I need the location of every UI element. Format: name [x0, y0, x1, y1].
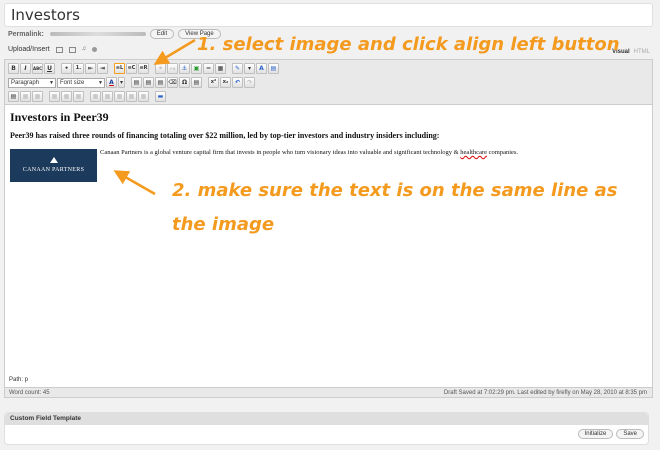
editor-toolbar: B I ABC U • 1. ⇤ ⇥ ≡L ≡C ≡R ⚭ ⚭x ⚓ ▣ ━ ▦… — [5, 60, 652, 105]
numbered-list-button[interactable]: 1. — [73, 63, 84, 74]
permalink-label: Permalink: — [8, 30, 44, 38]
save-button[interactable]: Save — [616, 429, 644, 439]
custom-field-template-box: Custom Field Template Initialize Save — [4, 412, 649, 445]
content-heading: Investors in Peer39 — [10, 110, 109, 124]
editor-content[interactable]: Investors in Peer39 Peer39 has raised th… — [5, 106, 652, 377]
split-cells-button[interactable]: ▦ — [126, 91, 137, 102]
logo-description: Canaan Partners is a global venture capi… — [100, 149, 660, 156]
text-color-dropdown[interactable]: ▾ — [118, 77, 125, 88]
font-size-select[interactable]: Font size ▼ — [57, 77, 105, 88]
horizontal-rule-button[interactable]: ▬ — [155, 91, 166, 102]
underline-button[interactable]: U — [44, 63, 55, 74]
upload-insert-row: Upload/Insert ♫ — [8, 46, 98, 53]
triangle-logo-icon — [50, 157, 58, 163]
image-icon[interactable] — [55, 46, 63, 53]
more-tag-button[interactable]: ━ — [203, 63, 214, 74]
chevron-down-icon: ▼ — [98, 79, 103, 86]
merge-cells-button[interactable]: ▦ — [138, 91, 149, 102]
bold-button[interactable]: B — [8, 63, 19, 74]
align-right-button[interactable]: ≡R — [138, 63, 149, 74]
format-select[interactable]: Paragraph ▼ — [8, 77, 56, 88]
insert-image-button[interactable]: ▣ — [191, 63, 202, 74]
description-end: companies. — [487, 149, 519, 156]
canaan-partners-logo[interactable]: CANAAN PARTNERS — [10, 149, 97, 182]
anchor-button[interactable]: ⚓ — [179, 63, 190, 74]
permalink-row: Permalink: Edit View Page — [8, 27, 221, 41]
upload-insert-label: Upload/Insert — [8, 46, 50, 53]
video-icon[interactable] — [68, 46, 76, 53]
post-editor: B I ABC U • 1. ⇤ ⇥ ≡L ≡C ≡R ⚭ ⚭x ⚓ ▣ ━ ▦… — [4, 59, 653, 398]
cleanup-button[interactable]: ⌫ — [167, 77, 178, 88]
annotation-step-2: 2. make sure the text is on the same lin… — [172, 180, 618, 201]
edit-css-button[interactable]: ▤ — [8, 91, 19, 102]
audio-icon[interactable]: ♫ — [82, 46, 87, 53]
unlink-button[interactable]: ⚭x — [167, 63, 178, 74]
annotation-step-2-cont: the image — [172, 214, 275, 235]
col-after-button[interactable]: ▦ — [102, 91, 113, 102]
permalink-url[interactable] — [49, 32, 146, 36]
align-center-button[interactable]: ≡C — [126, 63, 137, 74]
table-button[interactable]: ▦ — [20, 91, 31, 102]
page-break-button[interactable]: ▦ — [215, 63, 226, 74]
paste-word-button[interactable]: ▤ — [143, 77, 154, 88]
subscript-button[interactable]: x₂ — [220, 77, 231, 88]
spellcheck-language-dropdown[interactable]: ▾ — [244, 63, 255, 74]
arrow-to-align-left — [153, 38, 196, 65]
special-char-button[interactable]: Ω — [179, 77, 190, 88]
content-lead: Peer39 has raised three rounds of financ… — [10, 131, 440, 140]
undo-button[interactable]: ↶ — [232, 77, 243, 88]
word-count: Word count: 45 — [9, 390, 50, 396]
find-replace-button[interactable]: A — [256, 63, 267, 74]
editor-path: Path: p — [4, 377, 653, 387]
misspelled-word[interactable]: healthcare — [460, 149, 487, 156]
row-after-button[interactable]: ▦ — [61, 91, 72, 102]
kitchen-sink-button[interactable]: ▤ — [268, 63, 279, 74]
insert-link-button[interactable]: ⚭ — [155, 63, 166, 74]
media-button[interactable]: ▤ — [191, 77, 202, 88]
col-before-button[interactable]: ▦ — [90, 91, 101, 102]
outdent-button[interactable]: ⇤ — [85, 63, 96, 74]
italic-button[interactable]: I — [20, 63, 31, 74]
table-props-button[interactable]: ▦ — [32, 91, 43, 102]
align-left-button[interactable]: ≡L — [114, 63, 125, 74]
draft-saved-status: Draft Saved at 7:02:29 pm. Last edited b… — [443, 390, 647, 396]
logo-text: CANAAN PARTNERS — [22, 167, 85, 173]
delete-col-button[interactable]: ▦ — [114, 91, 125, 102]
remove-format-button[interactable]: ▤ — [155, 77, 166, 88]
text-color-button[interactable]: A — [106, 77, 117, 88]
font-size-select-value: Font size — [60, 79, 85, 86]
tab-html[interactable]: HTML — [634, 49, 650, 55]
initialize-button[interactable]: Initialize — [577, 429, 614, 439]
toolbar-row-2: Paragraph ▼ Font size ▼ A ▾ ▤ ▤ ▤ ⌫ Ω ▤ … — [8, 76, 255, 89]
superscript-button[interactable]: x² — [208, 77, 219, 88]
edit-permalink-button[interactable]: Edit — [149, 29, 175, 39]
media-icon[interactable] — [92, 47, 98, 52]
logo-paragraph: CANAAN PARTNERS Canaan Partners is a glo… — [9, 149, 648, 183]
strikethrough-button[interactable]: ABC — [32, 63, 43, 74]
custom-field-buttons: Initialize Save — [577, 429, 644, 439]
annotation-step-1: 1. select image and click align left but… — [197, 34, 620, 55]
paste-text-button[interactable]: ▤ — [131, 77, 142, 88]
editor-status-bar: Word count: 45 Draft Saved at 7:02:29 pm… — [4, 387, 653, 398]
spellcheck-button[interactable]: ✎ — [232, 63, 243, 74]
delete-row-button[interactable]: ▦ — [73, 91, 84, 102]
custom-field-template-title[interactable]: Custom Field Template — [5, 413, 648, 425]
chevron-down-icon: ▼ — [49, 79, 54, 86]
description-text: Canaan Partners is a global venture capi… — [100, 149, 461, 156]
toolbar-row-3: ▤ ▦ ▦ ▦ ▦ ▦ ▦ ▦ ▦ ▦ ▦ ▬ — [8, 90, 166, 103]
row-before-button[interactable]: ▦ — [49, 91, 60, 102]
indent-button[interactable]: ⇥ — [97, 63, 108, 74]
redo-button[interactable]: ↷ — [244, 77, 255, 88]
post-title-input[interactable] — [4, 3, 653, 27]
toolbar-row-1: B I ABC U • 1. ⇤ ⇥ ≡L ≡C ≡R ⚭ ⚭x ⚓ ▣ ━ ▦… — [8, 62, 279, 75]
format-select-value: Paragraph — [11, 79, 40, 86]
bullet-list-button[interactable]: • — [61, 63, 72, 74]
